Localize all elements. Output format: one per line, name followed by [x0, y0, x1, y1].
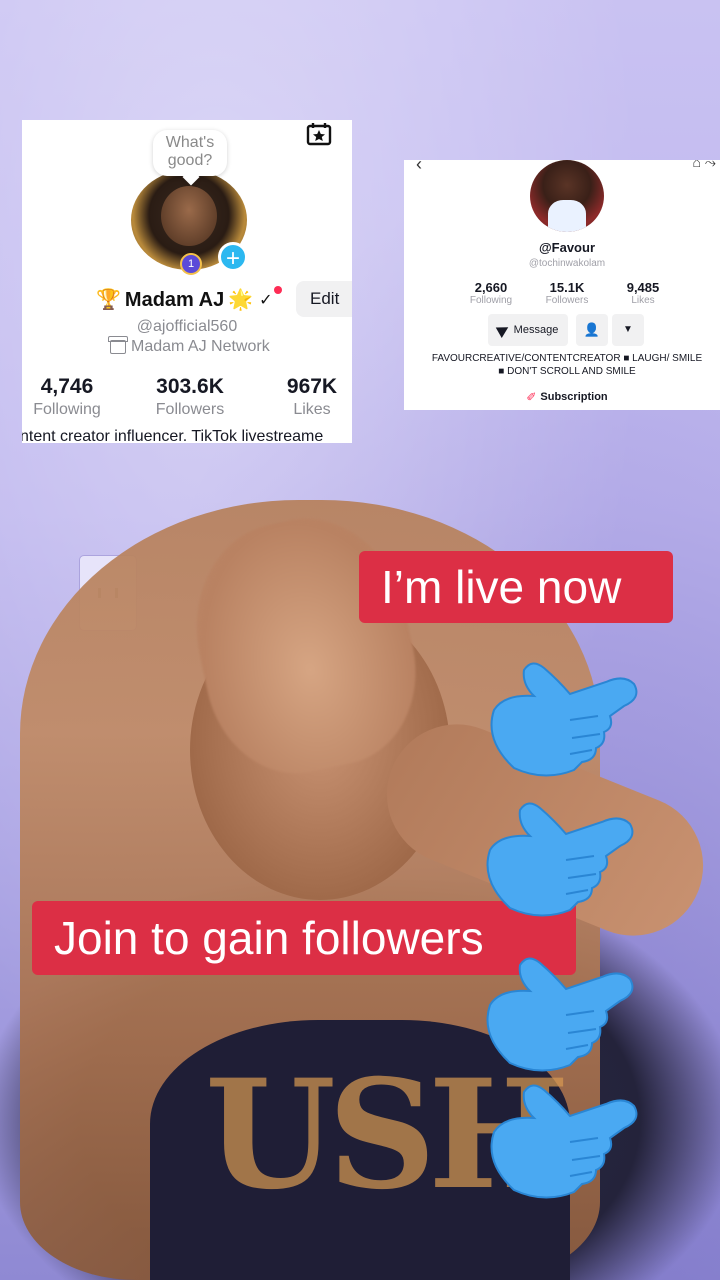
profile-name: @Favour — [538, 240, 596, 255]
avatar-photo — [161, 186, 217, 246]
profile-handle: @ajofficial560 — [136, 318, 238, 335]
pointing-right-hand-icon — [486, 802, 634, 917]
trophy-icon: 🏆 — [96, 289, 121, 311]
network-link[interactable]: Madam AJ Network — [108, 336, 270, 356]
send-icon — [495, 322, 511, 338]
stat-value: 2,660 — [474, 280, 508, 295]
profile-bio: ntent creator influencer. TikTok livestr… — [22, 428, 324, 443]
stat-likes[interactable]: 967K Likes — [272, 374, 352, 420]
status-bubble[interactable]: What's good? — [153, 130, 227, 176]
stat-label: Likes — [293, 401, 331, 418]
caret-down-icon: ▼ — [623, 324, 633, 335]
profile-card-favour: ‹ ⌂ ⤳ @Favour @tochinwakolam 2,660 Follo… — [404, 160, 720, 410]
message-button[interactable]: Message — [488, 314, 568, 346]
stat-label: Following — [469, 295, 513, 306]
profile-bio: FAVOURCREATIVE/CONTENTCREATOR ■ LAUGH/ S… — [431, 353, 703, 377]
caption-live-now: I’m live now — [359, 551, 673, 623]
stat-value: 4,746 — [40, 375, 94, 398]
pointing-right-hand-icon — [486, 957, 634, 1072]
stat-value: 303.6K — [156, 375, 224, 398]
profile-card-madam-aj: 1 What's good? + 🏆 Madam AJ 🌟 ✓ Edit @aj… — [22, 120, 352, 443]
calendar-star-icon[interactable] — [306, 122, 332, 146]
add-friend-icon: 👤 — [583, 322, 601, 337]
avatar[interactable] — [530, 160, 604, 232]
profile-handle: @tochinwakolam — [528, 258, 606, 269]
add-story-button[interactable]: + — [218, 242, 248, 272]
subscription-link[interactable]: ✐ Subscription — [404, 390, 720, 404]
stat-followers[interactable]: 15.1K Followers — [540, 280, 594, 307]
edit-profile-button[interactable]: Edit — [296, 281, 352, 317]
sparkle-star-icon: 🌟 — [228, 289, 254, 311]
pointing-right-hand-icon — [490, 1084, 638, 1199]
subscription-icon: ✐ — [526, 390, 537, 404]
pointing-right-hand-icon — [490, 662, 638, 777]
notification-dot — [274, 286, 282, 294]
stat-label: Followers — [155, 401, 225, 418]
message-label: Message — [513, 324, 559, 336]
stat-likes[interactable]: 9,485 Likes — [616, 280, 670, 307]
stat-label: Likes — [631, 295, 655, 306]
stat-value: 9,485 — [626, 280, 660, 295]
network-label: Madam AJ Network — [131, 338, 270, 355]
stat-followers[interactable]: 303.6K Followers — [140, 374, 240, 420]
notification-share-icons[interactable]: ⌂ ⤳ — [692, 160, 716, 171]
stat-label: Following — [33, 401, 101, 418]
subscription-label: Subscription — [540, 391, 608, 403]
name-row: 🏆 Madam AJ 🌟 ✓ — [96, 284, 273, 316]
profile-name: Madam AJ — [124, 288, 225, 311]
add-friend-button[interactable]: 👤 — [576, 314, 608, 346]
stat-following[interactable]: 4,746 Following — [22, 374, 112, 420]
stat-label: Followers — [545, 295, 589, 306]
stat-value: 967K — [286, 375, 338, 398]
level-badge: 1 — [180, 253, 202, 275]
more-options-button[interactable]: ▼ — [612, 314, 644, 346]
store-icon — [108, 336, 128, 354]
shirt-print: USH — [205, 1047, 570, 1223]
stat-value: 15.1K — [549, 280, 585, 295]
stat-following[interactable]: 2,660 Following — [464, 280, 518, 307]
back-icon[interactable]: ‹ — [416, 160, 422, 175]
chevron-down-icon[interactable]: ✓ — [259, 290, 272, 310]
